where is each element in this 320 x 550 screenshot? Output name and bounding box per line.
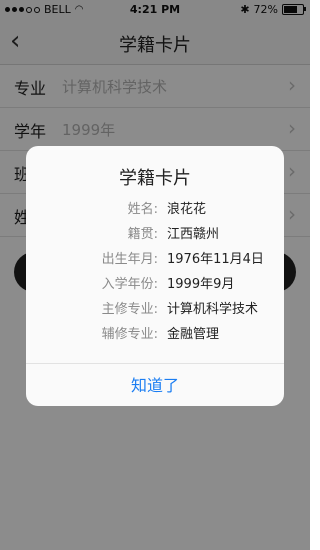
info-value: 浪花花: [167, 202, 207, 217]
info-key: 辅修专业:: [101, 327, 158, 342]
info-row-name: 姓名: 浪花花: [26, 198, 284, 223]
info-key: 主修专业:: [101, 302, 158, 317]
info-value: 1999年9月: [167, 277, 235, 292]
info-row-hometown: 籍贯: 江西赣州: [26, 223, 284, 248]
info-row-birthdate: 出生年月: 1976年11月4日: [26, 248, 284, 273]
ok-button[interactable]: 知道了: [26, 372, 284, 396]
info-row-enrollment: 入学年份: 1999年9月: [26, 273, 284, 298]
info-key: 籍贯:: [127, 227, 158, 242]
info-row-minor: 辅修专业: 金融管理: [26, 323, 284, 348]
info-row-major: 主修专业: 计算机科学技术: [26, 298, 284, 323]
dialog-title: 学籍卡片: [119, 168, 191, 189]
info-value: 1976年11月4日: [167, 252, 264, 267]
student-card-dialog: 学籍卡片 姓名: 浪花花 籍贯: 江西赣州 出生年月: 1976年11月4日 入…: [26, 146, 284, 406]
info-value: 金融管理: [167, 327, 220, 342]
info-key: 入学年份:: [101, 277, 158, 292]
info-key: 出生年月:: [101, 252, 158, 267]
info-value: 计算机科学技术: [167, 302, 259, 317]
info-value: 江西赣州: [167, 227, 220, 242]
dialog-divider: [26, 363, 284, 364]
dialog-info-list: 姓名: 浪花花 籍贯: 江西赣州 出生年月: 1976年11月4日 入学年份: …: [26, 198, 284, 348]
info-key: 姓名:: [127, 202, 158, 217]
